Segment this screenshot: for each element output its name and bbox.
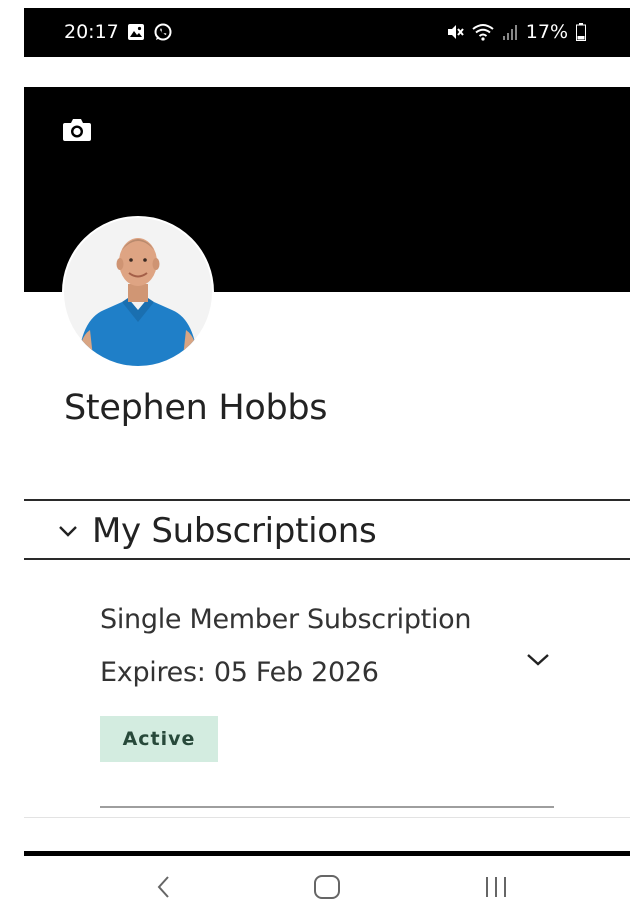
wifi-icon — [472, 23, 494, 41]
status-time: 20:17 — [64, 21, 119, 43]
recent-apps-icon[interactable] — [476, 870, 516, 904]
back-icon[interactable] — [144, 870, 184, 904]
battery-level: 17% — [525, 21, 568, 43]
chevron-down-icon — [527, 654, 549, 666]
subscriptions-section-title: My Subscriptions — [92, 511, 377, 551]
subscription-item-divider — [100, 806, 554, 808]
section-divider-top — [24, 499, 630, 501]
signal-icon — [502, 23, 518, 41]
subscription-item: Single Member Subscription Expires: 05 F… — [100, 604, 554, 688]
mute-icon — [446, 23, 464, 41]
battery-icon — [576, 23, 586, 41]
subscription-expand-button[interactable] — [524, 648, 552, 670]
home-icon[interactable] — [307, 870, 347, 904]
status-bar: 20:17 17% — [24, 8, 630, 57]
section-divider-bottom — [24, 558, 630, 560]
subscription-name: Single Member Subscription — [100, 604, 472, 635]
status-right: 17% — [446, 21, 586, 43]
avatar[interactable] — [62, 216, 214, 368]
gallery-icon — [127, 23, 145, 41]
status-badge: Active — [100, 716, 218, 762]
chevron-down-icon — [59, 526, 77, 537]
app-screen: 20:17 17% Stephen Hobbs My Subscriptions… — [0, 0, 636, 911]
subscriptions-section-toggle[interactable]: My Subscriptions — [56, 506, 377, 556]
status-left: 20:17 — [64, 21, 173, 43]
navigation-bar — [24, 856, 630, 911]
profile-name: Stephen Hobbs — [64, 388, 328, 428]
avatar-photo — [64, 218, 212, 366]
whatsapp-icon — [153, 22, 173, 42]
section-end-divider — [24, 817, 630, 818]
subscription-expiry: Expires: 05 Feb 2026 — [100, 657, 379, 688]
camera-icon[interactable] — [62, 117, 92, 143]
